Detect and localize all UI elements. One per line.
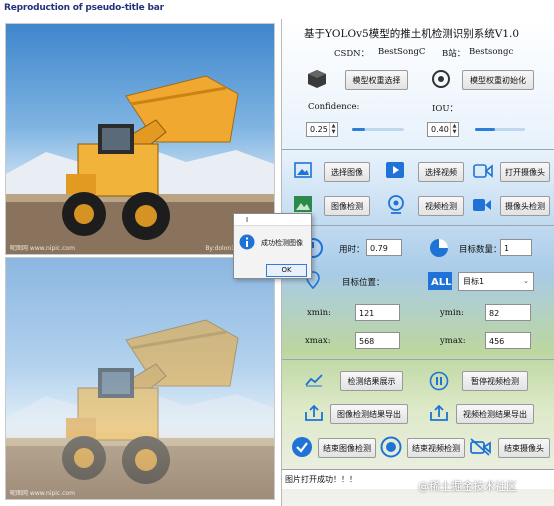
check-circle-icon: [292, 437, 312, 457]
export-video-icon: [430, 404, 448, 421]
info-dialog: I 成功检测图像 OK: [233, 213, 312, 279]
select-weights-button[interactable]: 模型权重选择: [345, 70, 408, 90]
divider: [282, 149, 554, 150]
xmax-field[interactable]: 568: [355, 332, 400, 349]
confidence-slider[interactable]: [352, 128, 404, 131]
export-video-button[interactable]: 视频检测结果导出: [456, 404, 534, 424]
window-titlebar: Reproduction of pseudo-title bar: [0, 0, 554, 20]
ymax-field[interactable]: 456: [485, 332, 531, 349]
result-watermark-left: 昵图网 www.nipic.com: [10, 490, 75, 497]
select-image-button[interactable]: 选择图像: [324, 162, 370, 182]
control-panel: 基于YOLOv5模型的推土机检测识别系统V1.0 CSDN： BestSongC…: [282, 19, 554, 506]
target-select[interactable]: 目标1 ⌄: [458, 272, 534, 291]
dialog-message: 成功检测图像: [261, 239, 303, 247]
end-camera-button[interactable]: 结束摄像头: [498, 438, 550, 458]
export-icon: [305, 404, 323, 421]
stop-icon: [380, 436, 402, 458]
end-video-button[interactable]: 结束视频检测: [407, 438, 465, 458]
camera-off-icon: [470, 438, 491, 456]
target-icon: [432, 70, 450, 88]
confidence-slider-fill: [352, 128, 365, 131]
bulldozer-result-image: [6, 319, 274, 499]
spin-arrows-icon[interactable]: ▲ ▼: [329, 123, 337, 136]
iou-label: IOU：: [432, 104, 458, 114]
camera-icon: [473, 164, 493, 178]
ok-button[interactable]: OK: [266, 264, 307, 277]
pause-video-button[interactable]: 暂停视频检测: [462, 371, 528, 391]
webcam-icon: [388, 195, 404, 214]
divider: [282, 225, 554, 226]
image-icon: [294, 162, 312, 178]
svg-text:ALL: ALL: [431, 277, 452, 288]
all-icon: ALL: [428, 272, 452, 290]
iou-value: 0.40: [431, 125, 449, 134]
iou-slider-fill: [475, 128, 495, 131]
info-icon: [239, 234, 255, 250]
cube-icon: [308, 70, 326, 88]
image-watermark-left: 昵图网 www.nipic.com: [10, 245, 75, 252]
spin-arrows-icon[interactable]: ▲ ▼: [450, 123, 458, 136]
camera-detect-button[interactable]: 摄像头检测: [500, 196, 550, 216]
pie-chart-icon: [430, 239, 448, 257]
video-icon: [386, 162, 404, 178]
iou-slider[interactable]: [475, 128, 525, 131]
count-label: 目标数量：: [459, 245, 502, 255]
ymin-label: ymin:: [440, 308, 464, 318]
count-field[interactable]: 1: [500, 239, 532, 256]
target-select-value: 目标1: [463, 277, 485, 286]
confidence-spinbox[interactable]: 0.25 ▲ ▼: [306, 122, 338, 137]
line-chart-icon: [305, 374, 323, 387]
xmax-label: xmax:: [305, 336, 331, 346]
bili-value: Bestsongc: [469, 47, 514, 57]
image-detect-button[interactable]: 图像检测: [324, 196, 370, 216]
position-label: 目标位置：: [342, 278, 385, 288]
ymin-field[interactable]: 82: [485, 304, 531, 321]
time-label: 用时：: [339, 245, 365, 255]
window-title: Reproduction of pseudo-title bar: [4, 3, 164, 13]
end-image-button[interactable]: 结束图像检测: [318, 438, 376, 458]
camera-detect-icon: [473, 199, 491, 211]
divider: [282, 359, 554, 360]
csdn-label: CSDN：: [334, 49, 370, 59]
confidence-value: 0.25: [310, 125, 328, 134]
image-detect-icon: [294, 196, 312, 212]
select-video-button[interactable]: 选择视频: [418, 162, 464, 182]
iou-spinbox[interactable]: 0.40 ▲ ▼: [427, 122, 459, 137]
detection-result-view: 昵图网 www.nipic.com: [5, 257, 275, 500]
page-watermark: @稀土掘金技术社区: [418, 480, 517, 493]
init-model-button[interactable]: 模型权重初始化: [462, 70, 534, 90]
time-field[interactable]: 0.79: [366, 239, 402, 256]
xmin-field[interactable]: 121: [355, 304, 400, 321]
video-detect-button[interactable]: 视频检测: [418, 196, 464, 216]
xmin-label: xmin:: [307, 308, 331, 318]
export-image-button[interactable]: 图像检测结果导出: [330, 404, 408, 424]
dialog-title: I: [234, 214, 311, 226]
open-camera-button[interactable]: 打开摄像头: [500, 162, 550, 182]
chevron-down-icon[interactable]: ⌄: [523, 273, 529, 290]
show-result-button[interactable]: 检测结果展示: [340, 371, 403, 391]
pause-icon: [429, 371, 449, 391]
system-title: 基于YOLOv5模型的推土机检测识别系统V1.0: [304, 28, 520, 40]
ymax-label: ymax:: [440, 336, 466, 346]
csdn-value: BestSongC: [378, 47, 426, 57]
confidence-label: Confidence:: [308, 102, 360, 112]
bili-label: B站：: [442, 49, 466, 59]
